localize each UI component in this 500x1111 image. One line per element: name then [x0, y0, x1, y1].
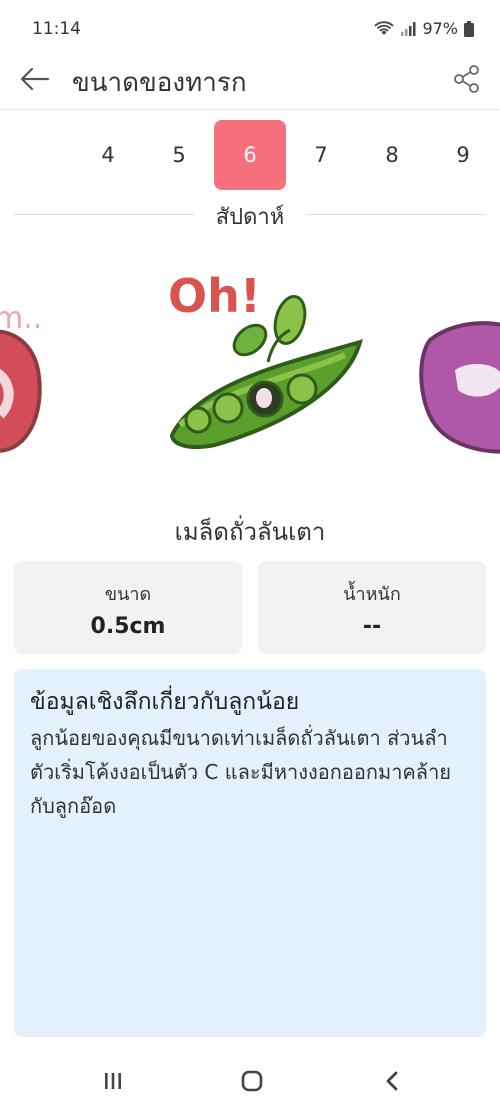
arrow-left-icon: [20, 67, 50, 91]
purple-fruit-illustration: [419, 321, 500, 454]
share-icon: [454, 65, 479, 93]
pea-pod-embryo-illustration: Oh!: [168, 269, 363, 449]
week-item-8[interactable]: 8: [356, 120, 428, 190]
week-label: สัปดาห์: [209, 205, 291, 230]
left-caption: m..: [0, 301, 42, 336]
share-button[interactable]: [452, 64, 482, 94]
battery-percent: 97%: [422, 19, 458, 38]
insight-card: ข้อมูลเชิงลึกเกี่ยวกับลูกน้อย ลูกน้อยของ…: [14, 669, 486, 1037]
weight-label: น้ำหนัก: [343, 584, 401, 605]
back-icon: [386, 1071, 398, 1091]
week-item-5[interactable]: 5: [143, 120, 215, 190]
back-button[interactable]: [18, 62, 52, 96]
week-divider: สัปดาห์: [14, 196, 486, 232]
home-icon: [241, 1070, 263, 1092]
fruit-name: เมล็ดถั่วลันเตา: [174, 518, 326, 546]
signal-icon: [401, 21, 416, 36]
app-bar: ขนาดของทารก: [0, 50, 500, 110]
recent-apps-icon: [105, 1073, 121, 1089]
weight-value: --: [362, 614, 382, 639]
battery-icon: [464, 20, 474, 37]
fruit-carousel[interactable]: m.. Oh!: [0, 250, 500, 480]
status-icons: 97%: [374, 19, 474, 38]
page-title: ขนาดของทารก: [72, 68, 247, 98]
week-item-4[interactable]: 4: [72, 120, 144, 190]
hero-illustrations: m.. Oh!: [0, 269, 500, 454]
home-button[interactable]: [232, 1064, 272, 1098]
size-value: 0.5cm: [90, 614, 166, 639]
insight-title: ข้อมูลเชิงลึกเกี่ยวกับลูกน้อย: [30, 689, 300, 715]
status-time: 11:14: [32, 19, 81, 39]
size-label: ขนาด: [104, 584, 152, 605]
week-selector: 4 5 6 7 8 9: [0, 120, 500, 194]
red-fruit-illustration: m..: [0, 301, 42, 453]
week-item-6-selected[interactable]: 6: [214, 120, 286, 190]
weight-card: น้ำหนัก --: [258, 561, 486, 654]
week-item-9[interactable]: 9: [427, 120, 499, 190]
wifi-icon: [374, 20, 395, 35]
insight-body: ลูกน้อยของคุณมีขนาดเท่าเมล็ดถั่วลันเตา ส…: [30, 726, 452, 818]
center-caption: Oh!: [168, 269, 261, 323]
recent-apps-button[interactable]: [93, 1064, 133, 1098]
week-item-7[interactable]: 7: [285, 120, 357, 190]
system-back-button[interactable]: [372, 1064, 412, 1098]
size-card: ขนาด 0.5cm: [14, 561, 242, 654]
system-nav-bar: [0, 1050, 500, 1111]
